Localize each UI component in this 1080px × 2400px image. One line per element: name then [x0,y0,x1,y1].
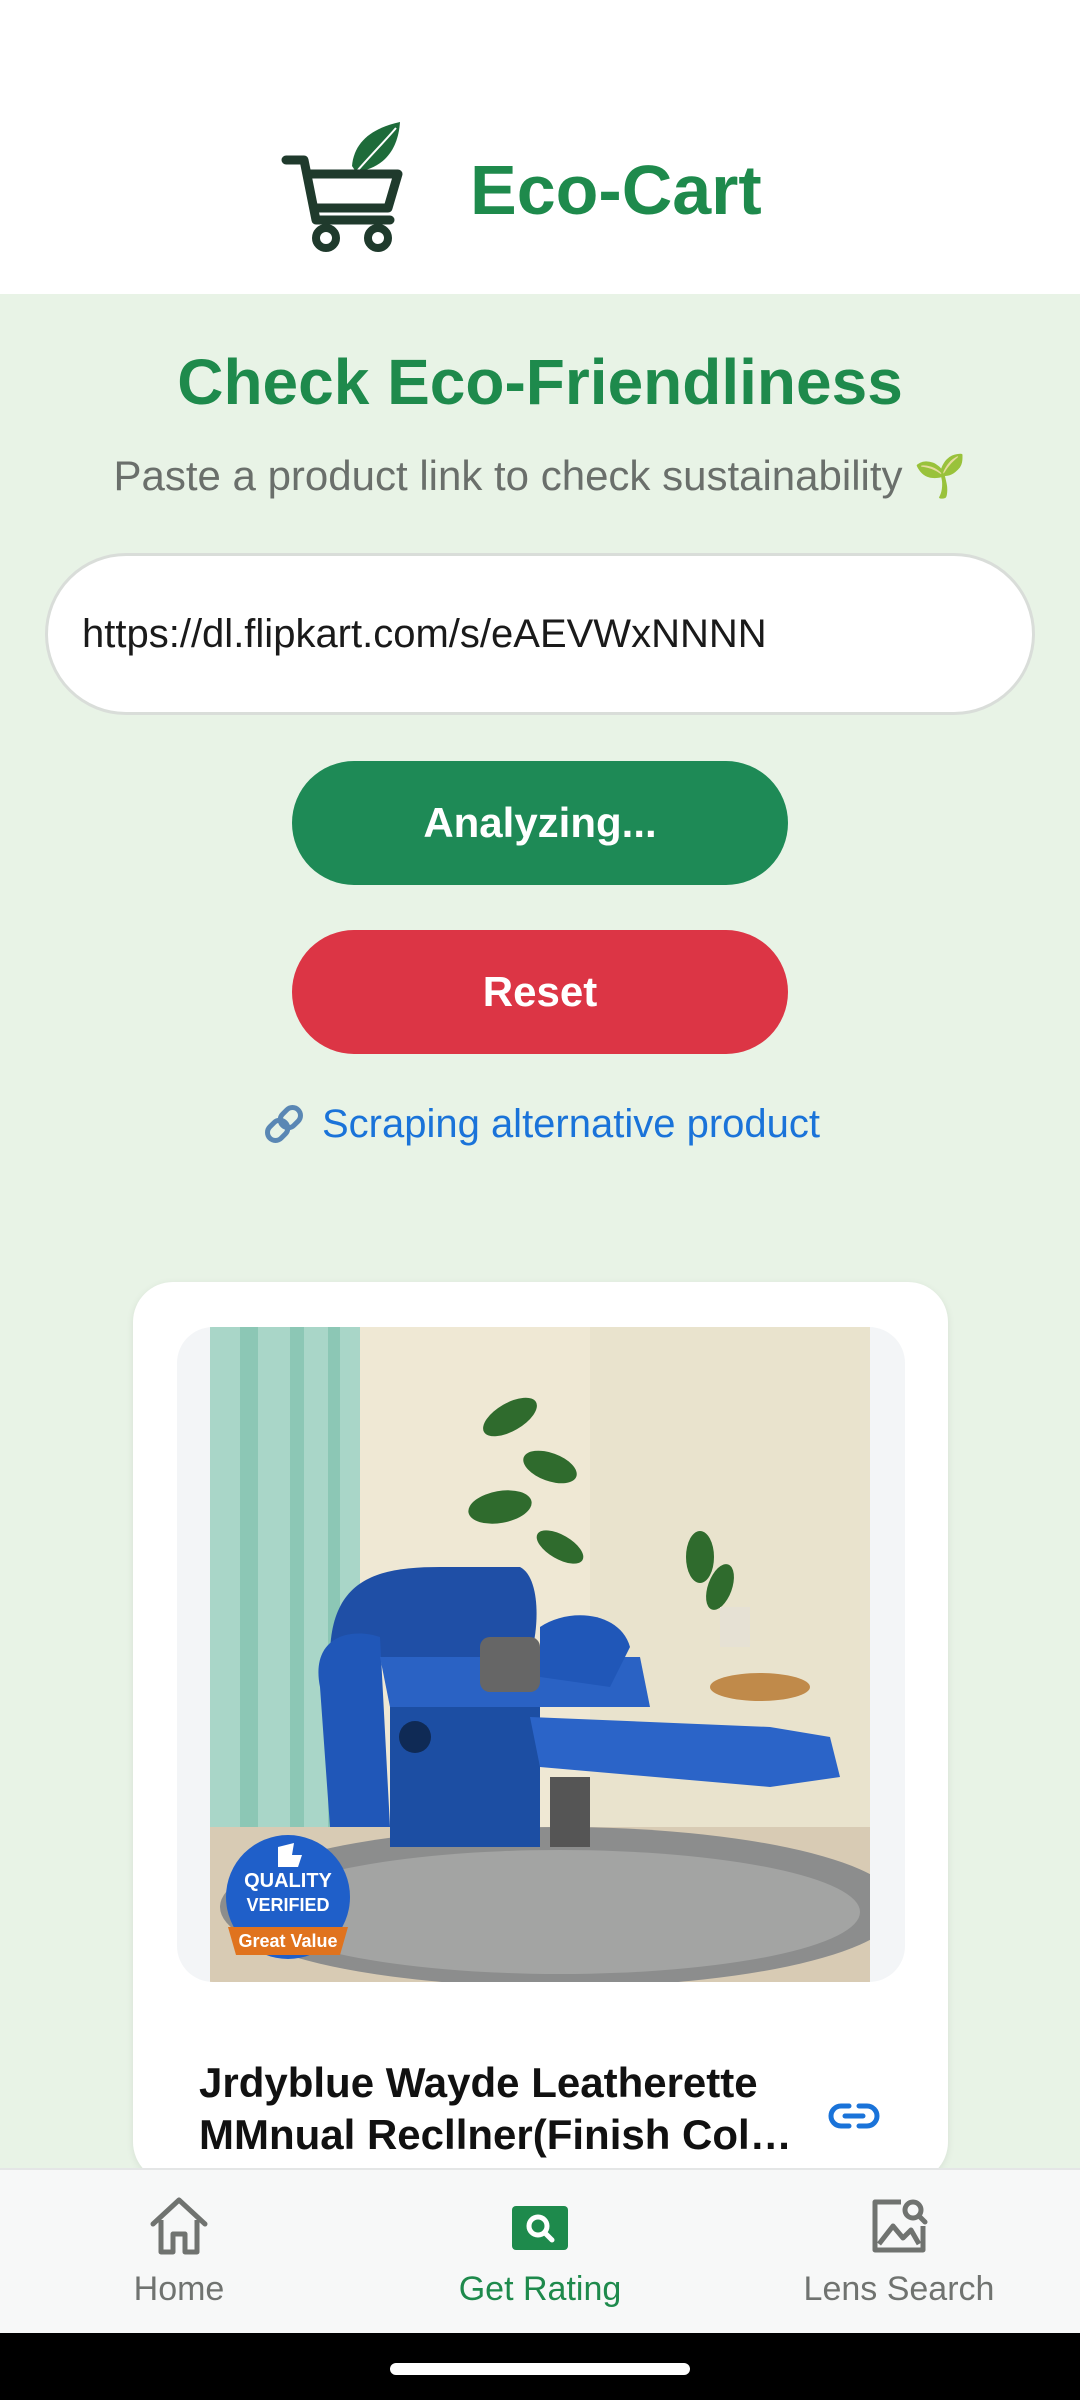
nav-home[interactable]: Home [29,2192,329,2309]
lens-search-icon [872,2199,928,2253]
reset-button[interactable]: Reset [292,930,788,1054]
product-card: QUALITY VERIFIED Great Value Jrdyblue Wa… [133,1282,948,2182]
nav-lens-search[interactable]: Lens Search [749,2192,1049,2309]
page-title: Check Eco-Friendliness [177,346,903,418]
nav-get-rating[interactable]: Get Rating [390,2192,690,2309]
product-url-input[interactable]: https://dl.flipkart.com/s/eAEVWxNNNN [45,553,1035,715]
product-title: Jrdyblue Wayde Leatherette MMnual Reclln… [199,2057,799,2161]
scraping-status-text: Scraping alternative product [321,1101,821,1146]
chain-link-icon[interactable] [825,2087,883,2145]
nav-get-rating-label: Get Rating [458,2270,622,2308]
bottom-navigation: Home Get Rating Lens Search [0,2168,1080,2333]
analyze-button[interactable]: Analyzing... [292,761,788,885]
product-photo: QUALITY VERIFIED Great Value [210,1327,870,1982]
product-title-line2: MMnual Recllner(Finish Col… [199,2111,792,2158]
nav-home-label: Home [133,2270,225,2308]
brand: Eco-Cart [280,120,762,260]
home-gesture-handle[interactable] [390,2363,690,2375]
page-subtitle: Paste a product link to check sustainabi… [113,452,967,499]
product-image-frame: QUALITY VERIFIED Great Value [177,1327,905,1982]
svg-text:Great Value: Great Value [238,1931,337,1951]
nav-lens-search-label: Lens Search [803,2270,995,2308]
search-image-icon [512,2206,568,2250]
product-title-line1: Jrdyblue Wayde Leatherette [199,2059,758,2106]
cart-leaf-icon [281,122,403,252]
link-icon [264,1105,303,1143]
svg-text:VERIFIED: VERIFIED [246,1895,329,1915]
system-navigation-bar [0,2333,1080,2400]
svg-text:QUALITY: QUALITY [244,1870,332,1892]
app-title: Eco-Cart [470,151,762,229]
app-header: Eco-Cart [0,0,1080,294]
scraping-status[interactable]: Scraping alternative product [0,1100,1080,1148]
home-icon [150,2197,208,2255]
